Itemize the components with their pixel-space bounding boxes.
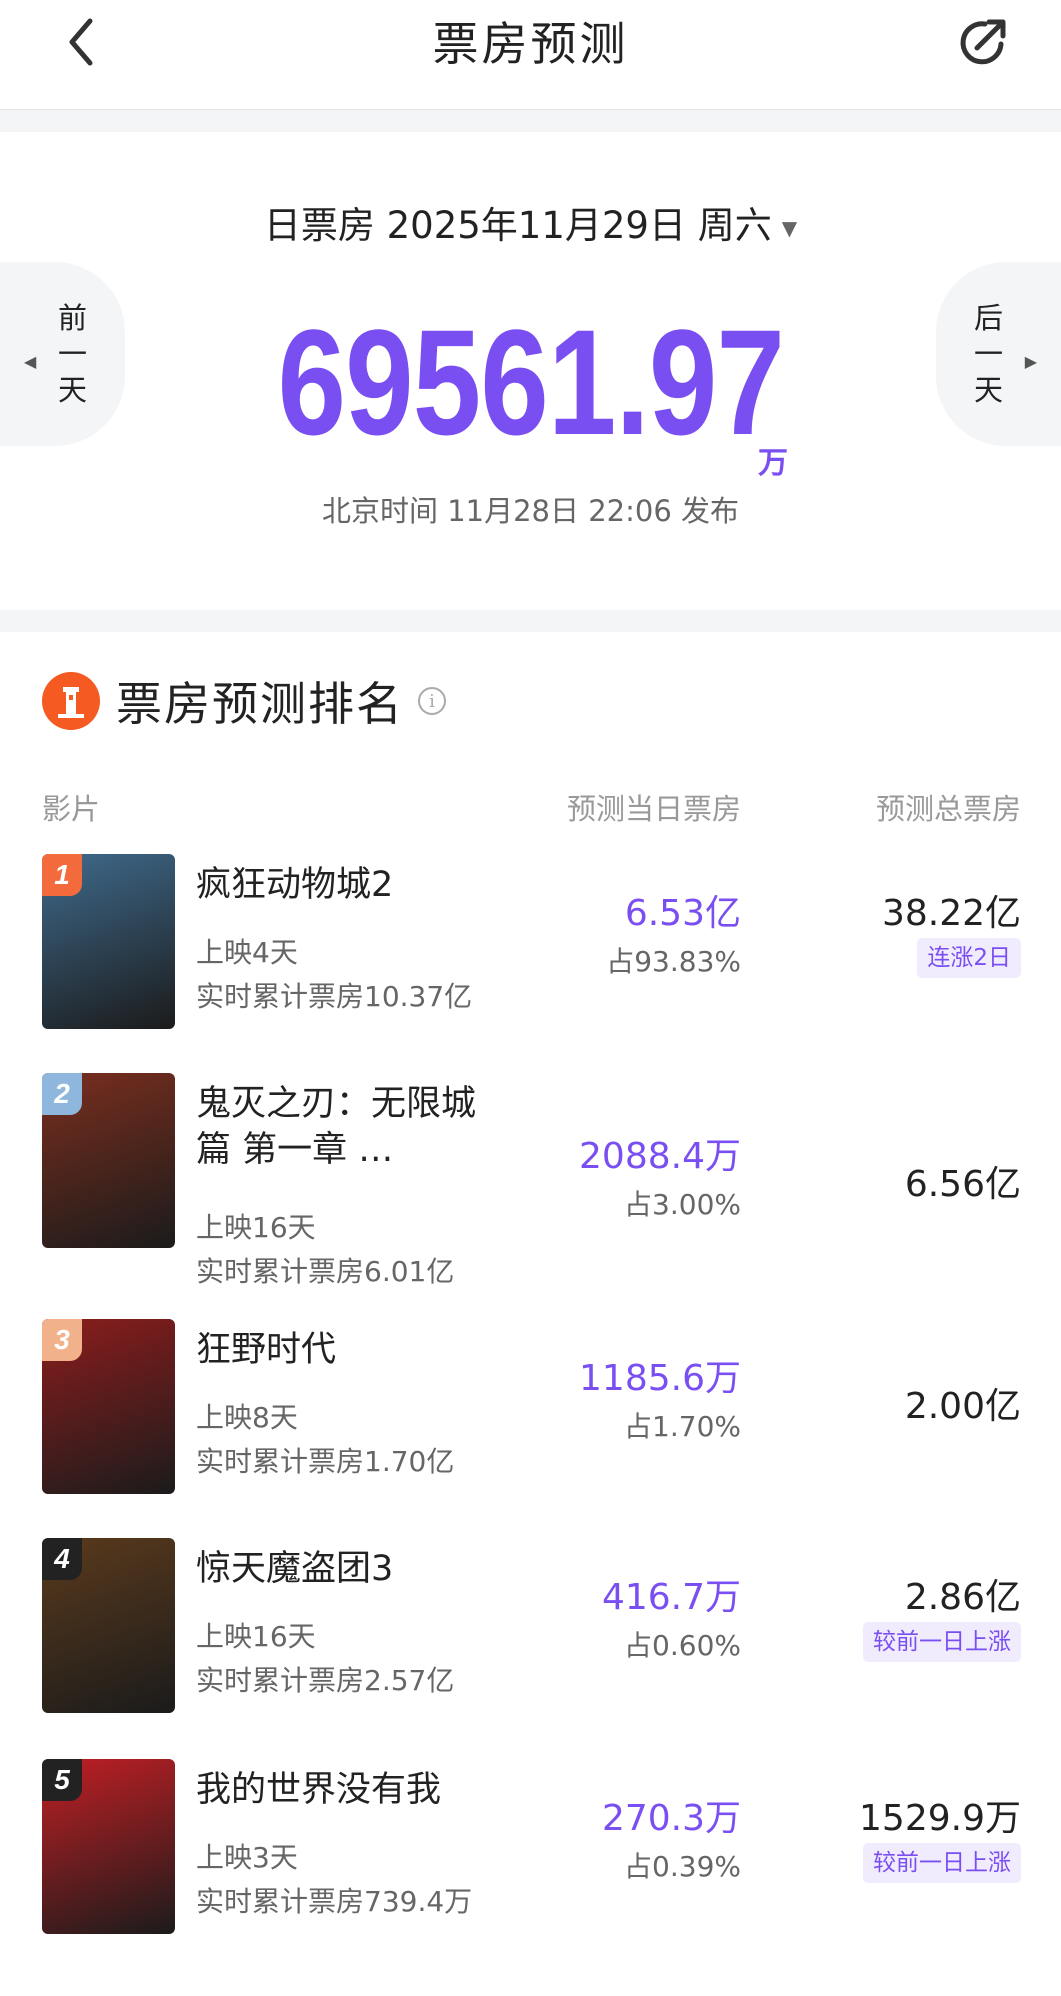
- predicted-day-share: 占0.60%: [624, 1629, 741, 1662]
- predicted-day-value: 1185.6万: [579, 1358, 741, 1399]
- predicted-total-value: 38.22亿: [881, 893, 1021, 934]
- film-cumulative: 实时累计票房739.4万: [196, 1885, 473, 1918]
- predicted-day-value: 2088.4万: [579, 1136, 741, 1177]
- triangle-right-icon: ▶: [1024, 352, 1037, 371]
- film-row[interactable]: 4 惊天魔盗团3 上映16天 实时累计票房2.57亿 416.7万 占0.60%…: [0, 1538, 1061, 1738]
- predicted-total-value: 2.86亿: [904, 1577, 1021, 1618]
- film-cumulative: 实时累计票房1.70亿: [196, 1445, 455, 1478]
- trend-badge: 较前一日上涨: [863, 1843, 1021, 1883]
- film-row[interactable]: 5 我的世界没有我 上映3天 实时累计票房739.4万 270.3万 占0.39…: [0, 1759, 1061, 1959]
- ranking-section: 票房预测排名 i 影片 预测当日票房 预测总票房 1 疯狂动物城2 上映4天 实…: [0, 632, 1061, 1996]
- share-button[interactable]: [953, 12, 1013, 72]
- film-days: 上映16天: [196, 1211, 316, 1244]
- film-days: 上映3天: [196, 1841, 298, 1874]
- date-label: 日票房 2025年11月29日 周六: [263, 204, 772, 247]
- film-row[interactable]: 3 狂野时代 上映8天 实时累计票房1.70亿 1185.6万 占1.70% 2…: [0, 1319, 1061, 1519]
- daily-box-office-summary: 日票房 2025年11月29日 周六 ▼ ◀ 前 一 天 69561.97 万 ▶…: [0, 132, 1061, 610]
- ranking-title: 票房预测排名: [116, 677, 404, 731]
- dropdown-triangle-icon: ▼: [781, 215, 798, 240]
- film-days: 上映8天: [196, 1401, 298, 1434]
- predicted-total-value: 6.56亿: [904, 1164, 1021, 1205]
- rank-badge: 1: [42, 854, 82, 896]
- film-row[interactable]: 2 鬼灭之刃：无限城篇 第一章 … 上映16天 实时累计票房6.01亿 2088…: [0, 1073, 1061, 1288]
- next-day-char: 后: [973, 301, 1003, 335]
- film-days: 上映16天: [196, 1620, 316, 1653]
- predicted-day-share: 占0.39%: [624, 1850, 741, 1883]
- film-cumulative: 实时累计票房10.37亿: [196, 980, 473, 1013]
- film-name: 鬼灭之刃：无限城篇 第一章 …: [196, 1084, 477, 1170]
- rank-badge: 5: [42, 1759, 82, 1801]
- column-header-total: 预测总票房: [875, 792, 1021, 826]
- film-poster: 1: [42, 854, 175, 1029]
- column-header-day: 预测当日票房: [566, 792, 741, 826]
- film-poster: 5: [42, 1759, 175, 1934]
- film-days: 上映4天: [196, 936, 298, 969]
- predicted-day-share: 占1.70%: [624, 1410, 741, 1443]
- publish-time: 北京时间 11月28日 22:06 发布: [321, 494, 740, 528]
- predicted-day-value: 416.7万: [601, 1577, 741, 1618]
- lighthouse-icon: [42, 672, 100, 730]
- next-day-button[interactable]: ▶ 后 一 天: [936, 262, 1061, 446]
- film-name: 狂野时代: [196, 1330, 337, 1370]
- next-day-char: 天: [973, 373, 1003, 407]
- column-header-film: 影片: [42, 792, 101, 826]
- film-row[interactable]: 1 疯狂动物城2 上映4天 实时累计票房10.37亿 6.53亿 占93.83%…: [0, 854, 1061, 1054]
- trend-badge: 较前一日上涨: [863, 1622, 1021, 1662]
- rank-badge: 3: [42, 1319, 82, 1361]
- predicted-day-value: 270.3万: [601, 1798, 741, 1839]
- box-office-total: 69561.97 万: [0, 298, 1061, 499]
- film-cumulative: 实时累计票房6.01亿: [196, 1255, 455, 1288]
- nav-bar: 票房预测: [0, 0, 1061, 110]
- predicted-day-share: 占93.83%: [606, 945, 741, 978]
- predicted-day-value: 6.53亿: [624, 893, 741, 934]
- next-day-char: 一: [973, 337, 1003, 371]
- film-name: 惊天魔盗团3: [196, 1549, 394, 1589]
- box-office-value: 69561.97: [277, 298, 784, 466]
- trend-badge: 连涨2日: [917, 938, 1021, 978]
- predicted-day-share: 占3.00%: [624, 1188, 741, 1221]
- ranking-header: 票房预测排名 i: [42, 668, 446, 734]
- film-poster: 4: [42, 1538, 175, 1713]
- film-name: 疯狂动物城2: [196, 865, 394, 905]
- film-poster: 2: [42, 1073, 175, 1248]
- rank-badge: 4: [42, 1538, 82, 1580]
- info-icon[interactable]: i: [418, 687, 446, 715]
- predicted-total-value: 2.00亿: [904, 1386, 1021, 1427]
- share-icon: [960, 19, 1006, 65]
- predicted-total-value: 1529.9万: [859, 1798, 1021, 1839]
- film-name: 我的世界没有我: [196, 1770, 442, 1810]
- page-title: 票房预测: [432, 17, 629, 71]
- film-cumulative: 实时累计票房2.57亿: [196, 1664, 455, 1697]
- film-poster: 3: [42, 1319, 175, 1494]
- date-selector[interactable]: 日票房 2025年11月29日 周六 ▼: [0, 202, 1061, 252]
- rank-badge: 2: [42, 1073, 82, 1115]
